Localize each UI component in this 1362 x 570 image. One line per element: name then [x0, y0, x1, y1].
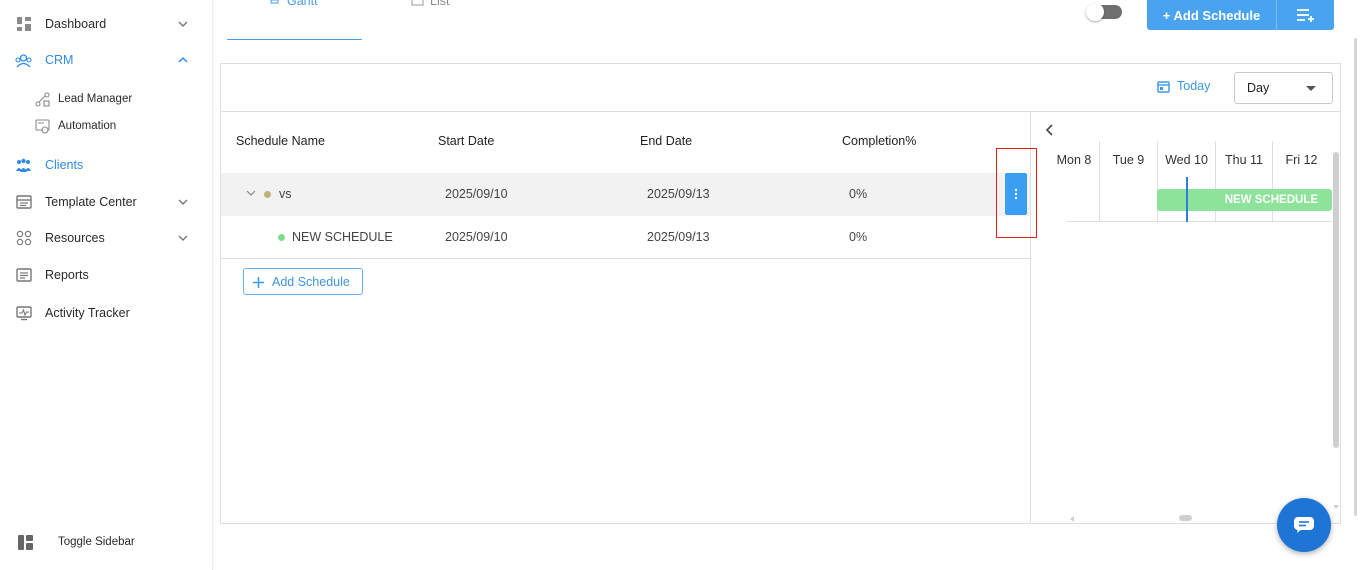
sidebar-item-label: Lead Manager — [58, 93, 133, 105]
sidebar-item-label: Clients — [45, 158, 84, 172]
completion: 0% — [849, 230, 868, 244]
status-dot — [264, 191, 271, 198]
grid-line — [1099, 177, 1100, 222]
tab-label: Gantt — [287, 0, 318, 8]
scroll-left-arrow[interactable] — [1070, 516, 1074, 522]
day-cell: Wed 10 — [1157, 141, 1215, 178]
sidebar-item-resources[interactable]: Resources — [0, 226, 213, 250]
sidebar-item-reports[interactable]: Reports — [0, 263, 213, 287]
schedule-name: vs — [279, 187, 292, 201]
sidebar-item-lead-manager[interactable]: Lead Manager — [0, 89, 213, 109]
gantt-panel: Today Day Schedule Name Start Date End D… — [220, 63, 1341, 524]
chevron-left-icon[interactable] — [1045, 124, 1055, 136]
scroll-down-arrow[interactable] — [1333, 505, 1339, 509]
start-date: 2025/09/10 — [445, 230, 508, 244]
sidebar-item-label: Activity Tracker — [45, 306, 130, 320]
gantt-toolbar: Today Day — [221, 64, 1340, 112]
layout-icon — [17, 534, 34, 551]
gantt-timeline: Mon 8 Tue 9 Wed 10 Thu 11 Fri 12 NEW SCH… — [1032, 112, 1342, 524]
grid-header: Schedule Name Start Date End Date Comple… — [221, 112, 1030, 173]
today-label: Today — [1177, 79, 1211, 93]
day-cell: Thu 11 — [1215, 141, 1272, 178]
sidebar-item-clients[interactable]: Clients — [0, 153, 213, 177]
table-row[interactable]: NEW SCHEDULE 2025/09/10 2025/09/13 0% — [221, 216, 1030, 259]
chat-icon — [1294, 517, 1314, 533]
column-header-start[interactable]: Start Date — [438, 134, 494, 148]
add-schedule-button[interactable]: + Add Schedule — [1147, 0, 1277, 30]
table-row[interactable]: vs 2025/09/10 2025/09/13 0% — [221, 173, 1030, 216]
sidebar: Dashboard CRM Lead Manager Automation Cl… — [0, 0, 213, 570]
toggle-sidebar-button[interactable]: Toggle Sidebar — [0, 530, 213, 554]
tab-list[interactable]: List — [405, 0, 485, 40]
toggle-knob — [1086, 3, 1104, 21]
template-center-icon — [15, 194, 32, 211]
resources-icon — [15, 230, 32, 247]
sidebar-item-label: Template Center — [45, 195, 137, 209]
horizontal-scrollbar[interactable] — [1179, 515, 1192, 521]
sidebar-item-label: CRM — [45, 53, 74, 67]
schedule-name: NEW SCHEDULE — [292, 230, 393, 244]
today-button[interactable]: Today — [1157, 79, 1210, 93]
add-schedule-row-button[interactable]: Add Schedule — [243, 268, 363, 295]
gantt-icon — [270, 0, 279, 4]
automation-icon — [35, 118, 50, 134]
tab-label: List — [430, 0, 450, 8]
list-icon — [411, 0, 424, 6]
sidebar-item-template-center[interactable]: Template Center — [0, 190, 213, 214]
day-cell: Fri 12 — [1272, 141, 1330, 178]
completion: 0% — [849, 187, 868, 201]
chevron-down-icon[interactable] — [246, 188, 256, 198]
end-date: 2025/09/13 — [647, 187, 710, 201]
toggle-sidebar-label: Toggle Sidebar — [58, 536, 135, 548]
chevron-down-icon — [178, 21, 188, 27]
column-header-completion[interactable]: Completion% — [842, 134, 916, 148]
view-mode-value: Day — [1247, 81, 1270, 95]
sidebar-item-label: Dashboard — [45, 17, 107, 31]
dashboard-icon — [15, 16, 32, 33]
chevron-up-icon — [178, 57, 188, 63]
sidebar-item-activity-tracker[interactable]: Activity Tracker — [0, 301, 213, 325]
sidebar-item-label: Automation — [58, 120, 117, 132]
calendar-icon — [1157, 80, 1170, 93]
playlist-add-icon — [1296, 9, 1314, 22]
view-toggle[interactable] — [1086, 3, 1122, 21]
sidebar-item-dashboard[interactable]: Dashboard — [0, 12, 213, 36]
view-mode-select[interactable]: Day — [1234, 72, 1333, 104]
sidebar-item-automation[interactable]: Automation — [0, 116, 213, 136]
column-header-end[interactable]: End Date — [640, 134, 692, 148]
today-marker — [1186, 177, 1188, 222]
day-cell: Mon 8 — [1056, 152, 1092, 167]
chat-button[interactable] — [1277, 498, 1331, 552]
sidebar-item-label: Reports — [45, 268, 89, 282]
lead-manager-icon — [35, 91, 50, 107]
crm-icon — [15, 52, 32, 69]
add-schedule-label: Add Schedule — [272, 274, 350, 289]
gantt-bar[interactable]: NEW SCHEDULE — [1157, 189, 1332, 211]
chevron-down-icon — [178, 235, 188, 241]
page-scrollbar[interactable] — [1354, 38, 1357, 516]
column-header-name[interactable]: Schedule Name — [236, 134, 325, 148]
tab-gantt[interactable]: Gantt — [227, 0, 362, 40]
start-date: 2025/09/10 — [445, 187, 508, 201]
clients-icon — [15, 157, 32, 174]
end-date: 2025/09/13 — [647, 230, 710, 244]
reports-icon — [15, 267, 32, 284]
schedule-grid: Schedule Name Start Date End Date Comple… — [221, 112, 1031, 524]
add-list-button[interactable] — [1277, 0, 1334, 30]
plus-icon — [253, 277, 264, 288]
sidebar-item-label: Resources — [45, 231, 105, 245]
vertical-scrollbar[interactable] — [1333, 152, 1339, 448]
sidebar-item-crm[interactable]: CRM — [0, 48, 213, 72]
chevron-down-icon — [178, 199, 188, 205]
timeline-row: NEW SCHEDULE — [1067, 177, 1332, 222]
day-cell: Tue 9 — [1099, 141, 1157, 178]
status-dot — [278, 234, 285, 241]
caret-down-icon — [1306, 86, 1316, 91]
activity-tracker-icon — [15, 305, 32, 322]
highlight-box — [996, 148, 1037, 238]
